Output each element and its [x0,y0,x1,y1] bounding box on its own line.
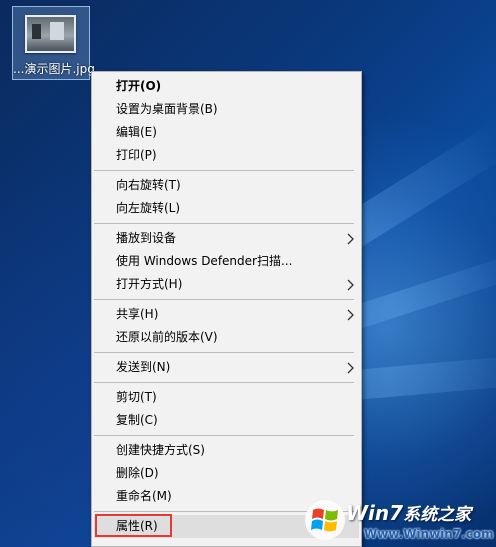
menu-item-label: 发送到(N) [116,360,171,374]
menu-item[interactable]: 打开(O) [92,75,361,98]
menu-item-label: 创建快捷方式(S) [116,443,205,457]
menu-item-label: 向左旋转(L) [116,201,181,215]
menu-item-label: 打印(P) [116,148,157,162]
menu-item-label: 共享(H) [116,307,159,321]
watermark-brand-main: Win7 [346,501,404,525]
menu-item[interactable]: 创建快捷方式(S) [92,439,361,462]
submenu-chevron-icon [347,362,354,374]
watermark-url: Www.Winwin7.com [364,527,494,541]
desktop-file-label: ...演示图片.jpg [13,62,95,76]
menu-item[interactable]: 发送到(N) [92,356,361,379]
menu-separator [94,382,354,383]
menu-item[interactable]: 设置为桌面背景(B) [92,98,361,121]
properties-highlight-box [95,514,172,537]
menu-item[interactable]: 打印(P) [92,144,361,167]
desktop-file-icon[interactable]: ...演示图片.jpg [12,6,95,80]
menu-item[interactable]: 还原以前的版本(V) [92,326,361,349]
menu-item-label: 删除(D) [116,466,159,480]
menu-item-label: 播放到设备 [116,231,177,245]
menu-item-label: 重命名(M) [116,489,172,503]
menu-item-label: 编辑(E) [116,125,157,139]
menu-item-label: 打开(O) [116,79,162,93]
menu-item-label: 设置为桌面背景(B) [116,102,218,116]
menu-item[interactable]: 删除(D) [92,462,361,485]
image-thumbnail [25,15,76,53]
menu-item-label: 复制(C) [116,413,158,427]
submenu-chevron-icon [347,309,354,321]
menu-item[interactable]: 向左旋转(L) [92,197,361,220]
menu-item[interactable]: 向右旋转(T) [92,174,361,197]
menu-item[interactable]: 剪切(T) [92,386,361,409]
watermark-brand-sub: 系统之家 [403,505,472,525]
menu-item-label: 剪切(T) [116,390,157,404]
menu-separator [94,352,354,353]
menu-item[interactable]: 编辑(E) [92,121,361,144]
menu-item-label: 使用 Windows Defender扫描... [116,254,293,268]
menu-item[interactable]: 共享(H) [92,303,361,326]
menu-separator [94,435,354,436]
menu-item-label: 打开方式(H) [116,277,183,291]
menu-separator [94,299,354,300]
menu-separator [94,170,354,171]
submenu-chevron-icon [347,279,354,291]
menu-item[interactable]: 打开方式(H) [92,273,361,296]
context-menu: 打开(O) 设置为桌面背景(B) 编辑(E) 打印(P) 向右旋转(T) 向左旋转(L) 播… [91,71,362,547]
menu-item[interactable]: 复制(C) [92,409,361,432]
windows-flag-icon [305,500,345,540]
menu-item-label: 还原以前的版本(V) [116,330,218,344]
menu-item-label: 向右旋转(T) [116,178,181,192]
watermark-brand: Win7系统之家 [346,500,471,525]
watermark-logo: Win7系统之家 Www.Winwin7.com [300,496,496,547]
menu-item[interactable]: 使用 Windows Defender扫描... [92,250,361,273]
menu-item[interactable]: 播放到设备 [92,227,361,250]
menu-separator [94,223,354,224]
submenu-chevron-icon [347,233,354,245]
